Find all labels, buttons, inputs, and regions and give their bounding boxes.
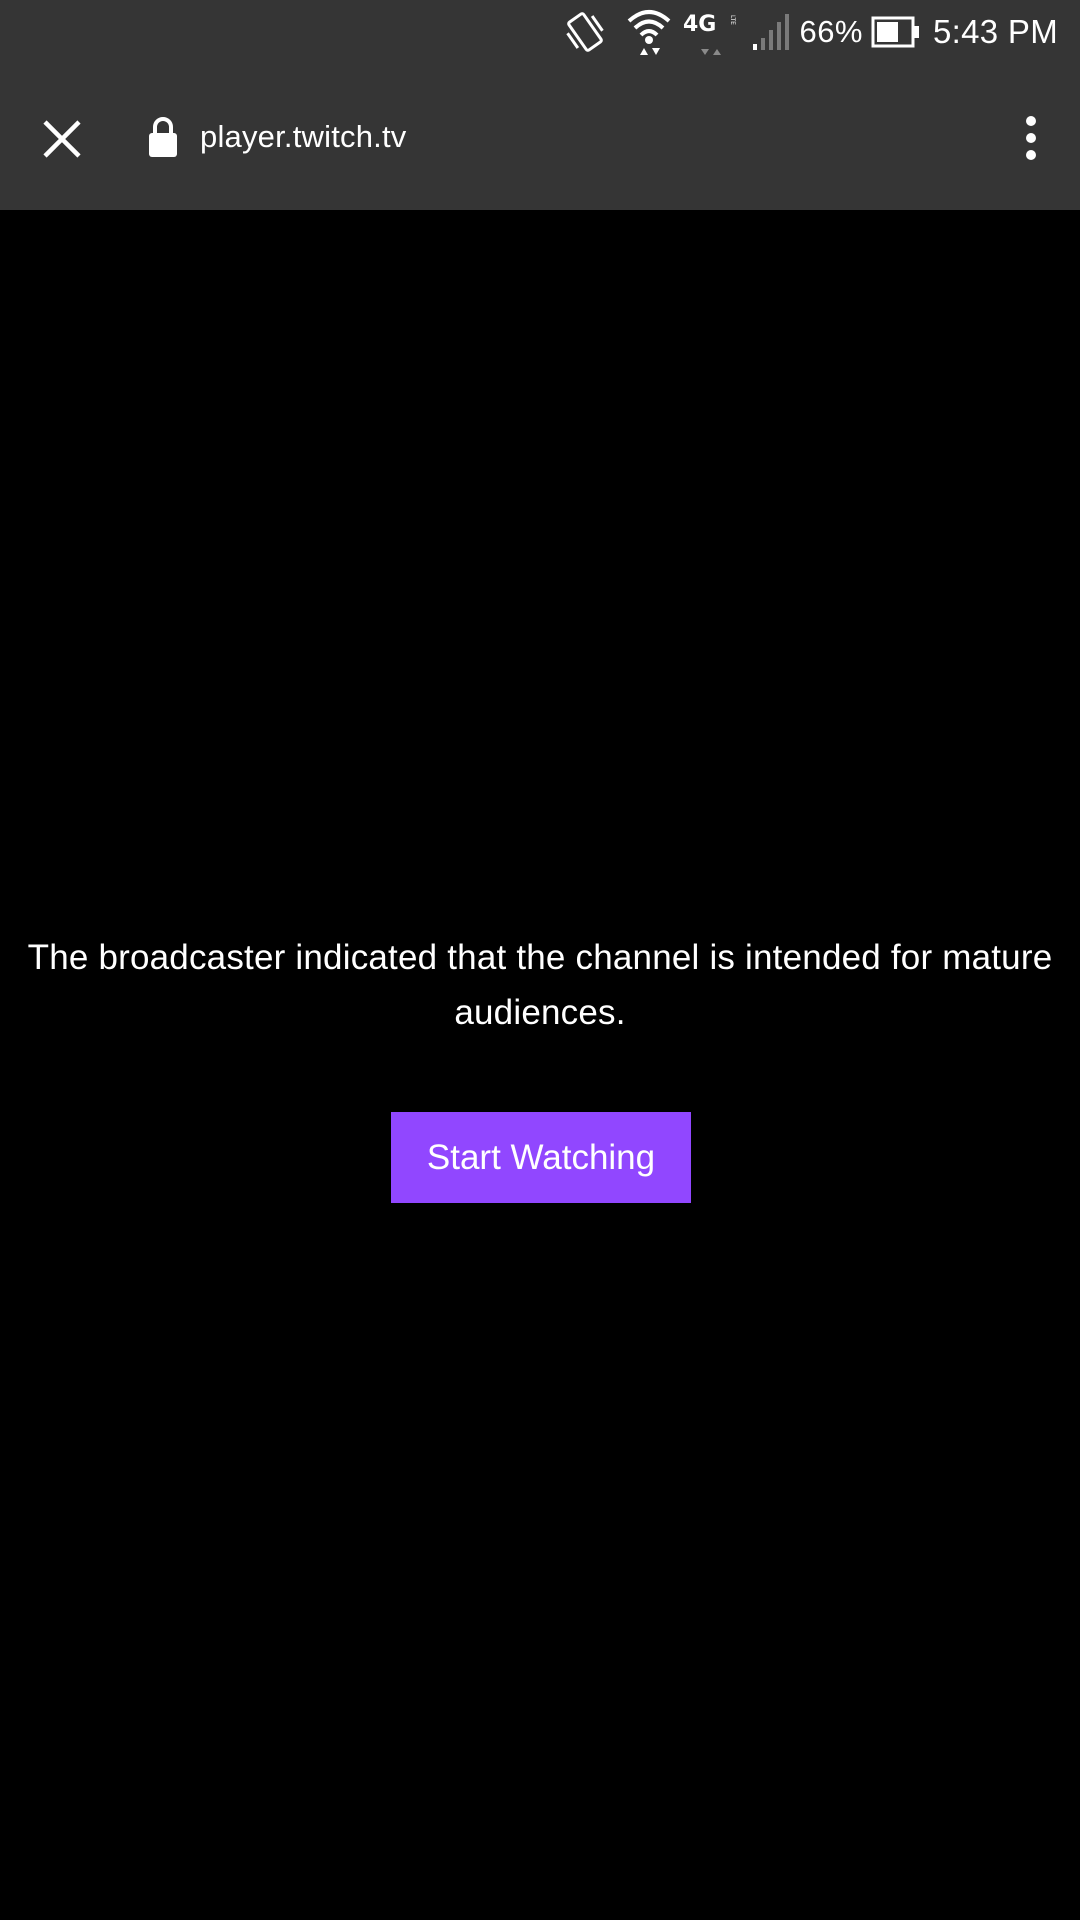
close-button[interactable] xyxy=(30,107,94,171)
start-watching-button[interactable]: Start Watching xyxy=(391,1112,691,1203)
lock-icon xyxy=(146,115,180,159)
svg-text:4G: 4G xyxy=(683,12,716,37)
status-bar: 4G LTE 66% 5:43 PM xyxy=(0,0,1080,64)
lte-icon: 4G LTE xyxy=(683,0,739,64)
url-text[interactable]: player.twitch.tv xyxy=(200,114,407,160)
battery-percent: 66% xyxy=(799,14,863,49)
close-icon xyxy=(43,120,81,158)
signal-icon xyxy=(751,0,791,64)
wifi-icon xyxy=(625,0,673,64)
mature-content-message: The broadcaster indicated that the chann… xyxy=(27,938,1053,1032)
video-player: The broadcaster indicated that the chann… xyxy=(0,210,1080,1920)
battery-icon xyxy=(871,0,921,64)
more-vert-icon xyxy=(1026,116,1036,160)
vibrate-icon xyxy=(559,0,611,64)
clock: 5:43 PM xyxy=(933,13,1058,50)
phone-screen: 4G LTE 66% 5:43 PM player.twitch.tv The … xyxy=(0,0,1080,1920)
status-icons: 4G LTE 66% 5:43 PM xyxy=(559,0,1058,64)
svg-text:LTE: LTE xyxy=(729,15,736,25)
more-options-button[interactable] xyxy=(1004,102,1058,174)
custom-tab-toolbar: player.twitch.tv xyxy=(0,64,1080,210)
